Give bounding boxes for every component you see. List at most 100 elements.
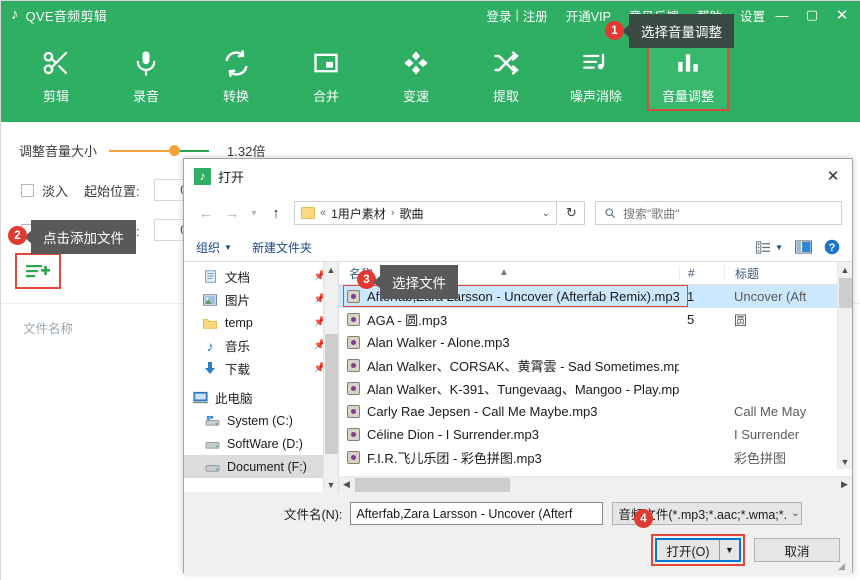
scroll-left-icon[interactable]: ◀ — [339, 479, 354, 490]
sidebar-scrollbar[interactable]: ▲ ▼ — [323, 262, 338, 492]
minimize-button[interactable]: — — [767, 1, 797, 29]
maximize-button[interactable]: ▢ — [797, 1, 827, 29]
sidebar-item-temp-label: temp — [225, 315, 253, 330]
file-name-cell: Alan Walker、CORSAK、黄霄雲 - Sad Sometimes.m… — [339, 356, 679, 375]
new-folder-button[interactable]: 新建文件夹 — [252, 239, 312, 256]
sidebar-item-downloads[interactable]: 下载 📌 — [184, 357, 338, 380]
chevron-down-icon[interactable]: ⌄ — [542, 208, 550, 219]
file-name-cell: AGA - 圆.mp3 — [339, 310, 679, 329]
download-icon — [202, 362, 218, 375]
back-button[interactable]: ← — [194, 201, 218, 225]
cancel-button[interactable]: 取消 — [754, 538, 840, 562]
table-row[interactable]: F.I.R.飞儿乐团 - 彩色拼图.mp3 彩色拼图 — [339, 446, 852, 469]
file-list-vertical-scrollbar[interactable]: ▲ ▼ — [837, 262, 852, 469]
start-position-label: 起始位置: — [84, 183, 140, 199]
filename-row: 文件名(N): Afterfab,Zara Larsson - Uncover … — [184, 502, 852, 525]
tool-volume-adjust-label: 音量调整 — [661, 89, 714, 104]
scroll-right-icon[interactable]: ▶ — [837, 479, 852, 490]
sidebar-item-system-c[interactable]: System (C:) — [184, 409, 338, 432]
file-name-text: AGA - 圆.mp3 — [367, 313, 448, 328]
app-title: QVE音频剪辑 — [25, 8, 108, 24]
drive-icon — [204, 438, 220, 450]
music-note-icon: ♪ — [11, 5, 19, 23]
close-button[interactable]: ✕ — [827, 1, 857, 29]
sidebar-item-system-c-label: System (C:) — [227, 413, 293, 428]
dialog-footer: 文件名(N): Afterfab,Zara Larsson - Uncover … — [184, 492, 852, 574]
table-row[interactable]: Alan Walker - Alone.mp3 — [339, 331, 852, 354]
file-list-scroll-thumb[interactable] — [839, 278, 852, 308]
tooltip-arrow-icon — [373, 275, 381, 289]
add-file-button[interactable] — [15, 253, 61, 289]
chevron-down-icon: ▼ — [224, 242, 232, 252]
sidebar-item-document-f[interactable]: Document (F:) — [184, 455, 338, 478]
address-bar[interactable]: « 1用户素材 › 歌曲 ⌄ — [294, 201, 557, 225]
table-row[interactable]: Céline Dion - I Surrender.mp3 I Surrende… — [339, 423, 852, 446]
view-options-button[interactable]: ▼ — [756, 240, 783, 254]
search-box[interactable]: 搜索"歌曲" — [595, 201, 842, 225]
file-list-hscroll-thumb[interactable] — [355, 477, 510, 492]
tool-record[interactable]: 录音 — [101, 40, 191, 112]
resize-grip-icon[interactable]: ◢ — [838, 561, 848, 571]
organize-button[interactable]: 组织 ▼ — [196, 239, 232, 256]
filename-label: 文件名(N): — [284, 508, 343, 522]
help-icon[interactable]: ? — [824, 239, 840, 255]
sidebar-item-software-d[interactable]: SoftWare (D:) — [184, 432, 338, 455]
screen: ♪ QVE音频剪辑 登录 | 注册 开通VIP 意见反馈 帮助 设置 — ▢ ✕ — [0, 0, 860, 580]
sidebar-item-this-pc[interactable]: 此电脑 — [184, 386, 338, 409]
dialog-close-button[interactable]: ✕ — [822, 166, 844, 186]
sidebar-scroll-thumb[interactable] — [325, 334, 338, 454]
fade-in-label: 淡入 — [42, 183, 69, 199]
menu-open-vip[interactable]: 开通VIP — [566, 6, 611, 25]
table-row[interactable]: Alan Walker、K-391、Tungevaag、Mangoo - Pla… — [339, 377, 852, 400]
recent-locations-button[interactable]: ▾ — [246, 201, 262, 225]
table-row[interactable]: Carly Rae Jepsen - Call Me Maybe.mp3 Cal… — [339, 400, 852, 423]
tool-noise-reduce[interactable]: 噪声消除 — [551, 40, 641, 112]
file-number-cell: 5 — [687, 312, 695, 327]
table-row[interactable]: Alan Walker、CORSAK、黄霄雲 - Sad Sometimes.m… — [339, 354, 852, 377]
preview-pane-icon[interactable] — [795, 240, 812, 254]
scroll-down-icon[interactable]: ▼ — [838, 454, 852, 469]
file-list-horizontal-scrollbar[interactable]: ◀ ▶ — [339, 476, 852, 492]
add-file-icon — [26, 265, 50, 278]
up-button[interactable]: ↑ — [264, 201, 288, 225]
tool-record-label: 录音 — [132, 89, 159, 104]
open-button[interactable]: 打开(O) ▼ — [655, 538, 741, 562]
slider-track-left — [109, 149, 176, 152]
tooltip-select-file: 选择文件 — [373, 265, 458, 299]
tool-convert[interactable]: 转换 — [191, 40, 281, 112]
column-header-title[interactable]: 标题 — [724, 264, 852, 282]
open-button-dropdown-arrow-icon[interactable]: ▼ — [719, 540, 739, 560]
organize-label: 组织 — [196, 240, 221, 255]
column-header-number[interactable]: # — [679, 266, 724, 280]
tool-speed[interactable]: 变速 — [371, 40, 461, 112]
volume-slider[interactable] — [109, 144, 210, 158]
tooltip-click-add-file-text: 点击添加文件 — [43, 231, 124, 246]
menu-register[interactable]: 注册 — [523, 6, 548, 25]
tool-volume-adjust[interactable]: 音量调整 — [647, 40, 729, 111]
tool-extract[interactable]: 提取 — [461, 40, 551, 112]
breadcrumb-item-1[interactable]: 1用户素材 — [331, 205, 386, 222]
menu-login[interactable]: 登录 — [487, 6, 512, 25]
refresh-button[interactable]: ↻ — [559, 201, 585, 225]
sidebar-item-documents[interactable]: 文档 📌 — [184, 265, 338, 288]
fade-in-checkbox[interactable] — [21, 183, 34, 197]
picture-icon — [202, 293, 218, 306]
sidebar-item-music[interactable]: ♪ 音乐 📌 — [184, 334, 338, 357]
filename-input[interactable]: Afterfab,Zara Larsson - Uncover (Afterf — [350, 502, 604, 525]
tool-edit[interactable]: 剪辑 — [11, 40, 101, 112]
drive-icon — [204, 461, 220, 473]
table-row[interactable]: AGA - 圆.mp3 5 圆 — [339, 308, 852, 331]
breadcrumb-item-2[interactable]: 歌曲 — [399, 205, 423, 222]
menu-settings[interactable]: 设置 — [740, 6, 765, 25]
scroll-up-icon[interactable]: ▲ — [838, 262, 852, 277]
scroll-up-icon[interactable]: ▲ — [324, 262, 338, 277]
search-input[interactable]: 搜索"歌曲" — [623, 205, 680, 222]
slider-knob[interactable] — [169, 145, 181, 156]
forward-button[interactable]: → — [220, 201, 244, 225]
tool-merge[interactable]: 合并 — [281, 40, 371, 112]
mp3-file-icon — [347, 313, 360, 326]
sidebar-item-pictures[interactable]: 图片 📌 — [184, 288, 338, 311]
step-badge-1: 1 — [605, 21, 624, 40]
sidebar-item-temp[interactable]: temp 📌 — [184, 311, 338, 334]
scroll-down-icon[interactable]: ▼ — [324, 477, 338, 492]
